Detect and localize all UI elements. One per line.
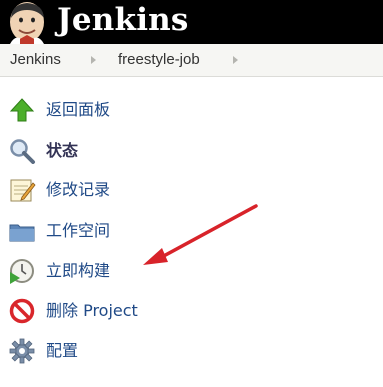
notepad-icon	[10, 179, 36, 202]
sidebar-item-workspace[interactable]: 工作空间	[8, 215, 308, 247]
breadcrumb-item-jenkins[interactable]: Jenkins	[10, 44, 61, 76]
header-bar: Jenkins	[0, 0, 383, 44]
sidebar-item-label: 返回面板	[46, 100, 111, 119]
sidebar-item-label: 立即构建	[46, 261, 111, 280]
magnifier-icon	[10, 139, 35, 164]
sidebar-item-back-to-dashboard[interactable]: 返回面板	[8, 94, 308, 126]
clock-play-icon	[10, 259, 34, 284]
sidebar-item-build-now[interactable]: 立即构建	[8, 255, 308, 287]
sidebar-item-status[interactable]: 状态	[8, 135, 308, 167]
breadcrumb: Jenkins freestyle-job	[0, 44, 383, 77]
no-entry-icon	[9, 298, 35, 324]
sidebar-item-label: 状态	[46, 141, 79, 160]
sidebar-item-label: 配置	[46, 341, 79, 360]
sidebar-item-configure[interactable]: 配置	[8, 335, 308, 367]
gear-icon	[9, 338, 35, 364]
sidebar-item-label: 工作空间	[46, 221, 111, 240]
breadcrumb-separator-icon	[91, 56, 96, 64]
breadcrumb-item-job[interactable]: freestyle-job	[118, 44, 200, 76]
sidebar-task-list: 返回面板 状态 修改记录 工作空间 立即构建 删除 Project 配置	[0, 90, 383, 380]
sidebar-item-changes[interactable]: 修改记录	[8, 174, 308, 206]
app-brand-title[interactable]: Jenkins	[57, 0, 189, 40]
sidebar-item-label: 删除 Project	[46, 301, 138, 320]
breadcrumb-separator-icon[interactable]	[233, 56, 238, 64]
up-arrow-icon	[9, 98, 35, 122]
folder-icon	[9, 224, 35, 242]
sidebar-item-label: 修改记录	[46, 180, 111, 199]
sidebar-item-delete-project[interactable]: 删除 Project	[8, 295, 308, 327]
jenkins-butler-logo-icon[interactable]	[2, 0, 52, 44]
